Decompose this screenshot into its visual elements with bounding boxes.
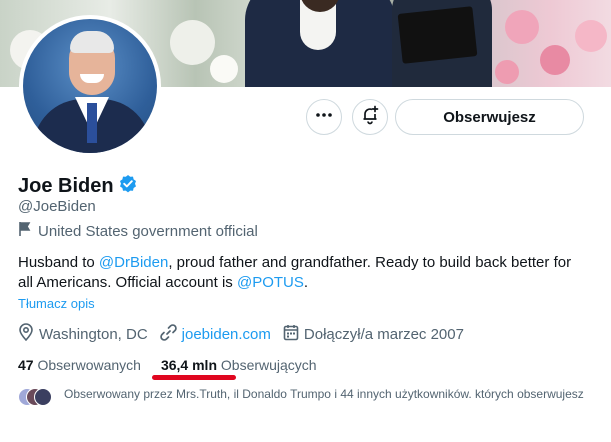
followers-stat[interactable]: 36,4 mln Obserwujących (161, 357, 317, 373)
profile-handle: @JoeBiden (18, 198, 96, 215)
followed-by[interactable]: Obserwowany przez Mrs.Truth, il Donaldo … (18, 386, 584, 408)
more-button[interactable] (306, 99, 342, 135)
profile-avatar[interactable] (19, 15, 161, 157)
mention-link[interactable]: @POTUS (237, 274, 304, 291)
website[interactable]: joebiden.com (159, 323, 271, 345)
following-label: Obserwowanych (37, 357, 141, 373)
category-label: United States government official (38, 222, 258, 240)
bio-text: . (303, 274, 309, 291)
followers-count: 36,4 mln (160, 357, 217, 373)
translate-bio-link[interactable]: Tłumacz opis (18, 296, 95, 311)
profile-category: United States government official (18, 221, 258, 241)
more-icon (315, 106, 333, 129)
followed-by-text: Obserwowany przez Mrs.Truth, il Donaldo … (64, 387, 584, 401)
profile-stats: 47 Obserwowanych 36,4 mln Obserwujących (18, 357, 317, 373)
notification-bell-icon (360, 105, 380, 130)
bio-text: Husband to (18, 254, 99, 271)
location-pin-icon (18, 323, 34, 345)
profile-bio: Husband to @DrBiden, proud father and gr… (18, 253, 588, 293)
join-date-label: Dołączył/a marzec 2007 (303, 325, 464, 343)
profile-name: Joe Biden (18, 175, 114, 197)
followers-label: Obserwujących (220, 357, 317, 373)
join-date: Dołączył/a marzec 2007 (283, 324, 464, 345)
mention-link[interactable]: @DrBiden (99, 254, 168, 271)
avatar (34, 388, 52, 406)
annotation-underline (152, 375, 236, 380)
location-label: Washington, DC (39, 325, 148, 343)
following-stat[interactable]: 47 Obserwowanych (18, 357, 141, 373)
following-count: 47 (18, 357, 34, 373)
follower-avatars (18, 386, 54, 408)
verified-badge-icon (118, 174, 138, 199)
website-link[interactable]: joebiden.com (182, 326, 271, 343)
flag-icon (18, 221, 32, 241)
location: Washington, DC (18, 323, 148, 345)
profile-name-row: Joe Biden (18, 174, 138, 199)
profile-meta: Washington, DC joebiden.com Dołączył/a m… (18, 323, 476, 345)
calendar-icon (283, 324, 299, 345)
following-button[interactable]: Obserwujesz (395, 99, 584, 135)
link-icon (159, 323, 177, 345)
notifications-button[interactable] (352, 99, 388, 135)
